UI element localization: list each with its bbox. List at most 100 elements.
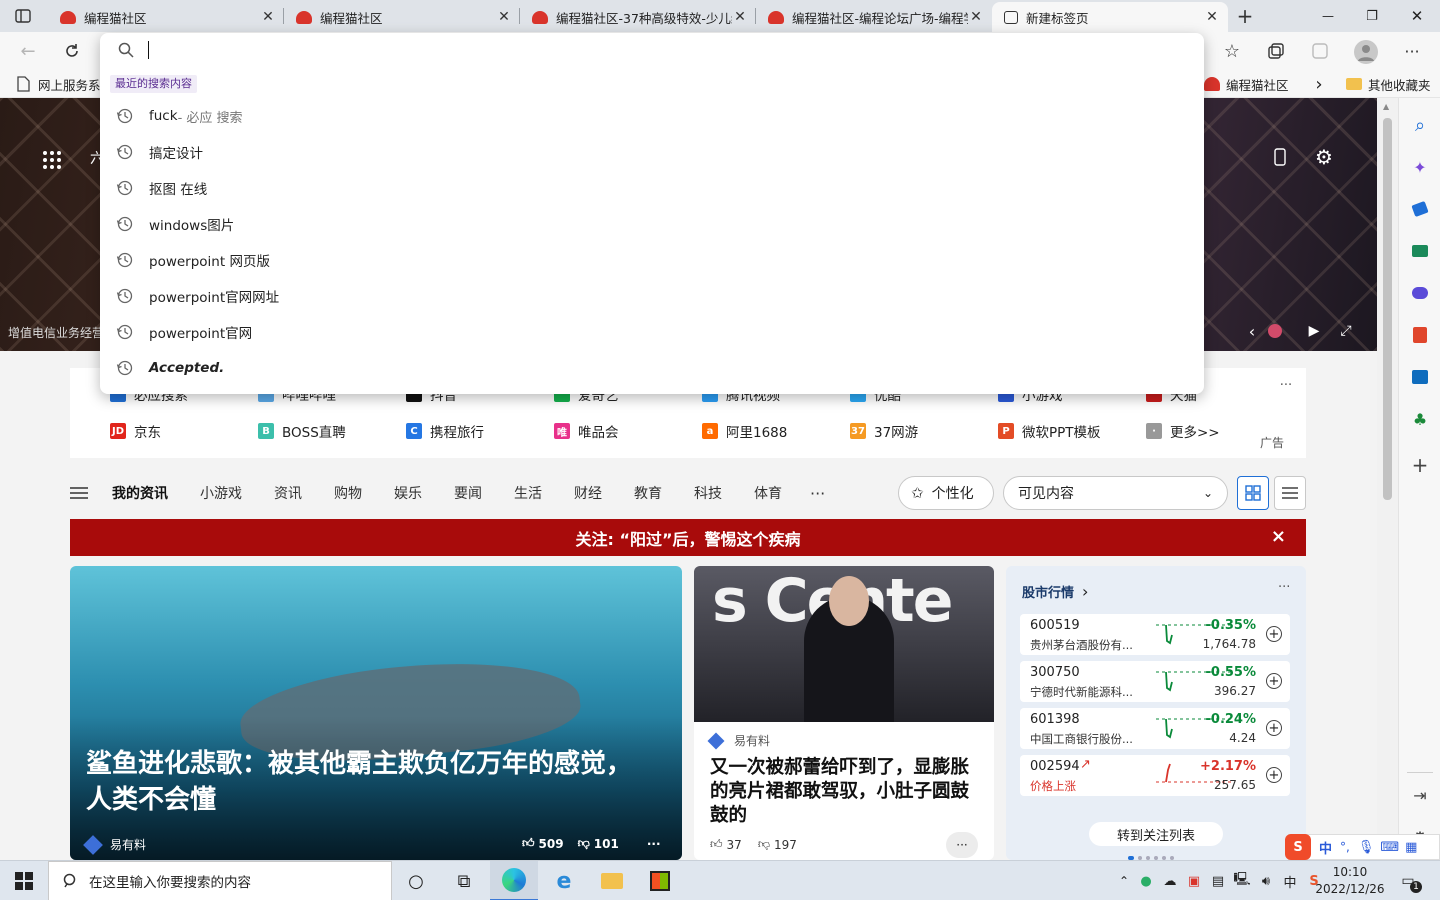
page-settings-icon[interactable]: ⚙ [1312, 145, 1336, 169]
dislike-icon[interactable]: 👎︎ [758, 837, 770, 852]
nav-more-button[interactable]: ··· [810, 484, 825, 503]
edge-taskbar-icon[interactable] [490, 861, 538, 900]
profile-avatar[interactable] [1354, 40, 1378, 64]
task-view-icon[interactable]: ⧉ [440, 861, 488, 900]
search-suggestion[interactable]: Accepted. [100, 350, 1204, 386]
cortana-icon[interactable]: ○ [392, 861, 440, 900]
nav-tab[interactable]: 教育 [634, 483, 662, 503]
visible-content-dropdown[interactable]: 可见内容 ⌄ [1003, 476, 1228, 510]
tab-3[interactable]: 编程猫社区-37种高级特效-少儿编程✕ [520, 2, 756, 32]
like-icon[interactable]: 👍︎ [710, 837, 723, 852]
quick-link[interactable]: JD 京东 [110, 420, 258, 442]
search-suggestion[interactable]: powerpoint 网页版 [100, 242, 1204, 278]
stock-row[interactable]: 600519 贵州茅台酒股份有... -0.35% 1,764.78 + [1020, 614, 1290, 655]
apps-grid-icon[interactable] [40, 148, 64, 172]
search-suggestion[interactable]: fuck - 必应 搜索 [100, 98, 1204, 134]
store-icon[interactable] [636, 861, 684, 900]
search-suggestion[interactable]: powerpoint官网网址 [100, 278, 1204, 314]
tray-icon-generic[interactable]: ▤ [1206, 874, 1230, 889]
stock-widget-more-button[interactable]: ··· [1278, 580, 1290, 595]
list-view-button[interactable] [1274, 476, 1306, 510]
extension-icon[interactable] [1304, 35, 1336, 67]
add-stock-icon[interactable]: + [1266, 626, 1282, 642]
new-tab-button[interactable]: + [1232, 4, 1258, 28]
back-button[interactable]: ← [12, 35, 44, 67]
card-more-button[interactable]: ··· [946, 832, 978, 858]
shopping-tag-icon[interactable] [1405, 194, 1435, 224]
add-stock-icon[interactable]: + [1266, 720, 1282, 736]
tools-icon[interactable] [1405, 236, 1435, 266]
games-icon[interactable] [1405, 278, 1435, 308]
tray-expand-icon[interactable]: ⌃ [1114, 874, 1134, 888]
clock[interactable]: 10:10 2022/12/26 [1312, 864, 1388, 898]
news-card[interactable]: s Cente 易有料 又一次被郝蕾给吓到了，显膨胀的亮片裙都敢驾驭，小肚子圆鼓… [694, 566, 994, 860]
ime-mode-indicator[interactable]: 中 [1319, 838, 1332, 857]
copilot-icon[interactable]: ✦ [1405, 152, 1435, 182]
card-more-button[interactable]: ··· [647, 837, 661, 851]
dislike-icon[interactable]: 👎︎ [578, 836, 590, 851]
other-favorites[interactable]: 其他收藏夹 [1346, 75, 1431, 93]
hero-expand-icon[interactable]: ⤢ [1336, 320, 1356, 342]
file-explorer-icon[interactable] [588, 861, 636, 900]
add-sidebar-icon[interactable]: + [1405, 450, 1435, 480]
nav-tab[interactable]: 我的资讯 [112, 483, 168, 503]
quick-links-more-button[interactable]: ··· [1270, 374, 1302, 396]
address-input-caret[interactable] [148, 41, 149, 59]
mobile-icon[interactable] [1270, 146, 1290, 168]
nav-tab[interactable]: 财经 [574, 483, 602, 503]
taskbar-search-box[interactable]: 在这里输入你要搜索的内容 [48, 861, 392, 900]
quick-link[interactable]: a 阿里1688 [702, 420, 850, 442]
scrollbar-thumb[interactable] [1383, 118, 1392, 500]
tab-close-button[interactable]: ✕ [968, 9, 984, 25]
favorite-item-services[interactable]: 网上服务系统 [16, 75, 113, 93]
close-window-button[interactable]: ✕ [1394, 0, 1440, 32]
quick-link[interactable]: P 微软PPT模板 [998, 420, 1146, 442]
volume-icon[interactable]: 🔊︎ [1254, 874, 1278, 889]
quick-link[interactable]: B BOSS直聘 [258, 420, 406, 442]
follow-list-button[interactable]: 转到关注列表 [1089, 822, 1223, 846]
ime-grid-icon[interactable]: ▦ [1405, 840, 1417, 855]
add-stock-icon[interactable]: + [1266, 673, 1282, 689]
nav-tab[interactable]: 娱乐 [394, 483, 422, 503]
featured-title[interactable]: 鲨鱼进化悲歌：被其他霸主欺负亿万年的感觉，人类不会懂 [86, 746, 646, 818]
ime-indicator[interactable]: 中 [1278, 872, 1302, 891]
article-title[interactable]: 又一次被郝蕾给吓到了，显膨胀的亮片裙都敢驾驭，小肚子圆鼓鼓的 [710, 756, 978, 828]
nav-tab[interactable]: 要闻 [454, 483, 482, 503]
network-icon[interactable]: 🖳︎ [1230, 870, 1254, 892]
sogou-ime-toolbar[interactable]: S 中 °, 🎙︎ ⌨ ▦ [1285, 834, 1440, 860]
grid-view-button[interactable] [1237, 476, 1269, 510]
search-suggestion[interactable]: windows图片 [100, 206, 1204, 242]
restore-button[interactable]: ❐ [1350, 0, 1394, 32]
office-icon[interactable] [1405, 320, 1435, 350]
tab-close-button[interactable]: ✕ [496, 9, 512, 25]
hamburger-menu-icon[interactable] [70, 484, 88, 502]
cloud-tray-icon[interactable]: ☁ [1158, 874, 1182, 889]
wechat-tray-icon[interactable]: ● [1134, 874, 1158, 889]
ime-mic-icon[interactable]: 🎙︎ [1358, 840, 1375, 855]
tab-close-button[interactable]: ✕ [1204, 9, 1220, 25]
stock-row[interactable]: 601398 中国工商银行股份... -0.24% 4.24 + [1020, 708, 1290, 749]
ie-taskbar-icon[interactable]: e [540, 861, 588, 900]
app-tray-icon[interactable]: ▣ [1182, 874, 1206, 889]
nav-tab[interactable]: 资讯 [274, 483, 302, 503]
refresh-button[interactable] [56, 35, 88, 67]
tab-1[interactable]: 编程猫社区 ✕ [48, 2, 284, 32]
tab-close-button[interactable]: ✕ [732, 9, 748, 25]
banner-close-button[interactable]: × [1271, 526, 1286, 547]
quick-link[interactable]: C 携程旅行 [406, 420, 554, 442]
favorite-star-icon[interactable]: ☆ [1216, 35, 1248, 67]
hide-sidebar-icon[interactable]: ⇥ [1405, 780, 1435, 810]
nav-tab[interactable]: 生活 [514, 483, 542, 503]
nav-tab[interactable]: 科技 [694, 483, 722, 503]
search-icon[interactable]: ⌕ [1405, 110, 1435, 140]
stock-widget-title[interactable]: 股市行情 › [1022, 582, 1088, 601]
search-suggestion[interactable]: powerpoint官网 [100, 314, 1204, 350]
nav-tab[interactable]: 购物 [334, 483, 362, 503]
search-suggestion[interactable]: 搞定设计 [100, 134, 1204, 170]
settings-more-icon[interactable]: ··· [1396, 35, 1428, 67]
stock-row[interactable]: 300750 宁德时代新能源科... -0.55% 396.27 + [1020, 661, 1290, 702]
collections-icon[interactable] [1260, 35, 1292, 67]
like-icon[interactable]: 👍︎ [522, 836, 535, 851]
favorite-item-bcm[interactable]: 编程猫社区 [1204, 75, 1289, 93]
tab-close-button[interactable]: ✕ [260, 9, 276, 25]
